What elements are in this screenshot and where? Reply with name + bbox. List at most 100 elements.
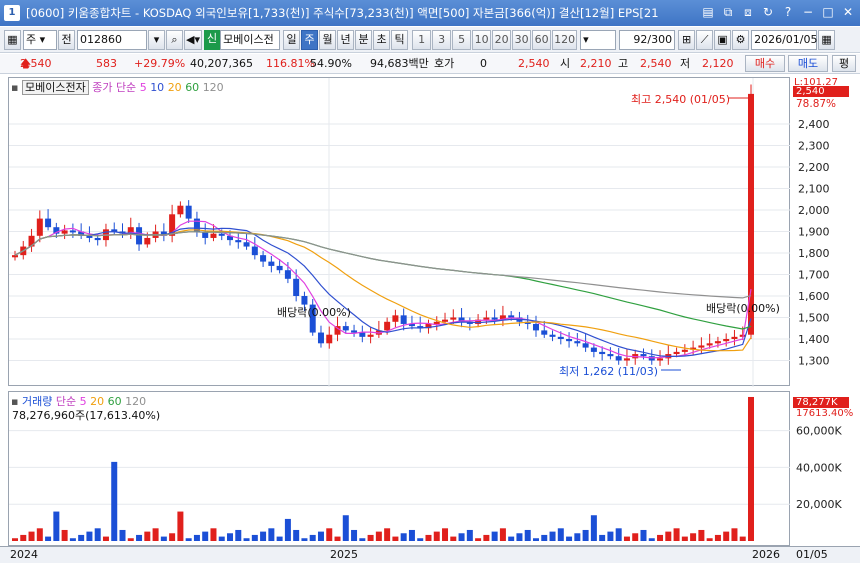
- period-minute[interactable]: 분: [355, 29, 373, 50]
- quote-row: 2,540 🡅 583 +29.79% 40,207,365 116.81% 54…: [0, 54, 860, 74]
- moving-average-line: [14, 227, 752, 357]
- custom-interval-select[interactable]: ▾: [580, 29, 617, 50]
- volume-chart-panel[interactable]: ▪ 거래량 단순 5 20 60 120 78,276,960주(17,613.…: [8, 391, 791, 546]
- trade-amount: 94,683백만: [370, 57, 429, 70]
- volume-current-tag: 78,277K: [793, 397, 849, 408]
- buy-button[interactable]: 매수: [745, 55, 785, 72]
- minimize-button[interactable]: −: [800, 4, 816, 20]
- volume-bar: [632, 533, 639, 541]
- interval-10[interactable]: 10: [472, 29, 492, 50]
- ma-10-label: 10: [150, 81, 165, 94]
- current-pct-tag: 78.87%: [796, 98, 837, 110]
- candle-body: [731, 336, 738, 339]
- code-dropdown-icon[interactable]: ▾: [148, 29, 165, 50]
- save-icon[interactable]: ▣: [714, 29, 732, 50]
- refresh-icon[interactable]: ↻: [760, 4, 776, 20]
- price-chart-panel[interactable]: ▪ 모베이스전자 종가 단순 5 10 20 60 120 최고 2,540 (…: [8, 77, 791, 387]
- volume-bar: [227, 533, 234, 541]
- volume-bar: [326, 528, 333, 541]
- evaluate-button[interactable]: 평: [832, 55, 856, 72]
- volume-bar: [541, 534, 548, 541]
- interval-5[interactable]: 5: [452, 29, 472, 50]
- interval-1[interactable]: 1: [412, 29, 432, 50]
- candle-body: [599, 351, 606, 355]
- price-legend: ▪ 모베이스전자 종가 단순 5 10 20 60 120: [11, 79, 224, 95]
- candle-body: [640, 354, 647, 357]
- volume-bar: [12, 538, 18, 541]
- candle-body: [12, 255, 18, 258]
- maximize-button[interactable]: □: [820, 4, 836, 20]
- low-price: 2,120: [702, 57, 734, 70]
- turnover-rate: 54.90%: [310, 57, 352, 70]
- candle-body: [94, 237, 101, 241]
- candle-body: [210, 233, 217, 238]
- open-label: 시: [560, 57, 571, 70]
- copy-window-icon[interactable]: ⧉: [720, 4, 736, 20]
- volume-bar: [582, 529, 589, 541]
- candle-body: [681, 349, 688, 352]
- calendar-icon[interactable]: ▦: [818, 29, 836, 50]
- moving-average-line: [14, 231, 752, 330]
- display-count-input[interactable]: 92/300: [619, 29, 676, 50]
- candle-body: [268, 261, 275, 266]
- indicator-icon[interactable]: ⊞: [678, 29, 696, 50]
- sound-icon[interactable]: ◀▾: [184, 29, 202, 50]
- volume-bar: [599, 534, 606, 541]
- volume-bar: [94, 528, 101, 541]
- scope-button[interactable]: 전: [58, 29, 75, 50]
- volume-bar: [45, 536, 52, 541]
- candle-body: [61, 230, 68, 234]
- chart-toolbar: ▦ 주 ▾ 전 012860 ▾ ⌕ ◀▾ 신 모베이스전 일 주 월 년 분 …: [0, 27, 860, 53]
- menu-icon[interactable]: ▤: [700, 4, 716, 20]
- volume-bar: [615, 528, 622, 541]
- period-tick[interactable]: 틱: [391, 29, 409, 50]
- period-second[interactable]: 초: [373, 29, 391, 50]
- x-label-2026: 2026: [752, 548, 780, 561]
- high-annotation: 최고 2,540 (01/05): [631, 93, 731, 106]
- period-week[interactable]: 주: [301, 29, 319, 50]
- candle-body: [491, 317, 498, 320]
- price-tick-label: 1,900: [798, 226, 830, 239]
- candle-body: [723, 339, 730, 342]
- close-button[interactable]: ✕: [840, 4, 856, 20]
- volume-bar: [400, 533, 407, 541]
- volume-bar: [28, 531, 35, 541]
- help-icon[interactable]: ?: [780, 4, 796, 20]
- period-month[interactable]: 월: [319, 29, 337, 50]
- sell-button[interactable]: 매도: [788, 55, 828, 72]
- period-day[interactable]: 일: [283, 29, 301, 50]
- volume-bar: [408, 529, 415, 541]
- settings-icon[interactable]: ⚙: [732, 29, 750, 50]
- stock-code-input[interactable]: 012860: [77, 29, 147, 50]
- date-input[interactable]: 2026/01/05: [751, 29, 818, 50]
- interval-20[interactable]: 20: [492, 29, 512, 50]
- volume-bar: [607, 531, 614, 541]
- price-tick-label: 1,500: [798, 312, 830, 325]
- candle-body: [532, 323, 539, 331]
- volume-bar: [160, 536, 167, 541]
- search-icon[interactable]: ⌕: [166, 29, 183, 50]
- interval-120[interactable]: 120: [552, 29, 578, 50]
- volume-bar: [375, 531, 382, 541]
- candle-body: [86, 235, 93, 238]
- volume-bar: [177, 511, 184, 541]
- volume-bar: [243, 538, 250, 541]
- volume-bar: [61, 529, 68, 541]
- interval-3[interactable]: 3: [432, 29, 452, 50]
- drawing-tool-icon[interactable]: ⟋: [696, 29, 714, 50]
- volume-bar: [69, 538, 76, 541]
- volume-bar: [706, 538, 713, 541]
- volume-bar: [516, 533, 523, 541]
- volume-bar: [657, 534, 664, 541]
- link-window-icon[interactable]: ⧈: [740, 4, 756, 20]
- moving-average-line: [14, 231, 752, 299]
- price-axis: 2,400 2,300 2,200 2,100 2,000 1,900 1,800 1,700…: [790, 77, 856, 547]
- period-year[interactable]: 년: [337, 29, 355, 50]
- interval-30[interactable]: 30: [512, 29, 532, 50]
- volume-bar: [202, 531, 209, 541]
- interval-60[interactable]: 60: [532, 29, 552, 50]
- layout-icon[interactable]: ▦: [4, 29, 21, 50]
- candle-body: [177, 205, 184, 215]
- market-select[interactable]: 주 ▾: [23, 29, 57, 50]
- price-tick-label: 1,300: [798, 355, 830, 368]
